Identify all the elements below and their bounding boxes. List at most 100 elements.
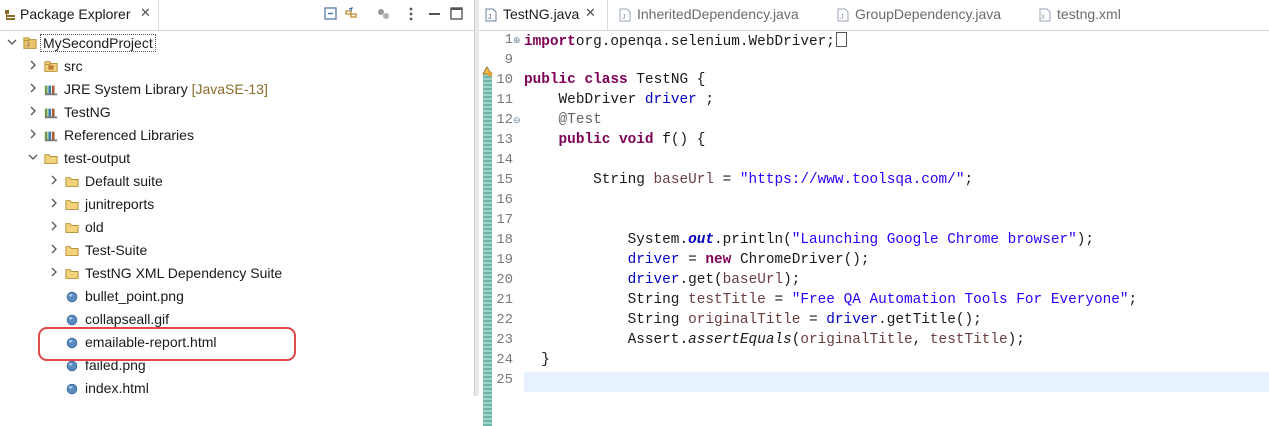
library-icon bbox=[44, 85, 58, 96]
tree-item[interactable]: src bbox=[0, 56, 470, 79]
svg-text:J: J bbox=[488, 14, 492, 21]
tree-item[interactable]: Test-Suite bbox=[0, 240, 470, 263]
tree-item[interactable]: J MySecondProject bbox=[0, 33, 470, 56]
svg-text:X: X bbox=[1041, 15, 1045, 21]
folder-icon bbox=[65, 269, 79, 279]
code-line: } bbox=[524, 352, 550, 368]
close-icon[interactable]: ✕ bbox=[140, 5, 151, 21]
collapse-all-icon[interactable] bbox=[323, 6, 339, 22]
chevron-down-icon[interactable] bbox=[6, 36, 18, 50]
library-icon bbox=[44, 131, 58, 142]
chevron-right-icon[interactable] bbox=[48, 220, 60, 234]
tree-item[interactable]: junitreports bbox=[0, 194, 470, 217]
chevron-right-icon[interactable] bbox=[27, 82, 39, 96]
code-line: public class TestNG { bbox=[524, 72, 706, 88]
tab-label: GroupDependency.java bbox=[855, 6, 1002, 22]
folder-icon bbox=[65, 246, 79, 256]
tree-item-label: old bbox=[85, 219, 104, 235]
file-icon bbox=[66, 314, 78, 326]
line-number: 19 bbox=[496, 252, 513, 268]
tree-item[interactable]: Default suite bbox=[0, 171, 470, 194]
chevron-right-icon[interactable] bbox=[27, 105, 39, 119]
chevron-right-icon[interactable] bbox=[27, 59, 39, 73]
line-number: 21 bbox=[496, 292, 513, 308]
fold-expand-icon[interactable]: ⊕ bbox=[513, 35, 521, 46]
tree-item[interactable]: Referenced Libraries bbox=[0, 125, 470, 148]
highlight-annotation bbox=[38, 327, 296, 361]
line-number: 11 bbox=[496, 92, 513, 108]
chevron-right-icon[interactable] bbox=[48, 197, 60, 211]
tab-groupdependency-java[interactable]: J GroupDependency.java bbox=[831, 0, 1021, 30]
minimize-icon[interactable] bbox=[427, 6, 443, 22]
close-icon[interactable]: ✕ bbox=[585, 5, 596, 21]
svg-text:J: J bbox=[840, 14, 844, 21]
chevron-right-icon[interactable] bbox=[48, 174, 60, 188]
code-line: String baseUrl = "https://www.toolsqa.co… bbox=[524, 172, 974, 188]
line-number: 25 bbox=[496, 372, 513, 388]
tree-item[interactable]: test-output bbox=[0, 148, 470, 171]
tree-item-decoration: [JavaSE-13] bbox=[187, 81, 268, 97]
tree-item-label: test-output bbox=[64, 150, 131, 166]
code-line: String testTitle = "Free QA Automation T… bbox=[524, 292, 1138, 308]
folder-icon bbox=[65, 177, 79, 187]
tab-testng-java[interactable]: J TestNG.java ✕ bbox=[479, 0, 608, 30]
chevron-right-icon[interactable] bbox=[48, 243, 60, 257]
code-line: WebDriver driver ; bbox=[524, 92, 715, 108]
chevron-right-icon[interactable] bbox=[48, 266, 60, 280]
quick-diff-bar bbox=[483, 72, 492, 426]
tab-label: InheritedDependency.java bbox=[637, 6, 799, 22]
package-explorer-tab[interactable]: Package Explorer ✕ bbox=[0, 0, 159, 30]
folded-imports-marker[interactable] bbox=[835, 32, 847, 47]
link-with-editor-icon[interactable] bbox=[343, 6, 359, 22]
code-line: importorg.openqa.selenium.WebDriver; bbox=[524, 32, 1269, 52]
line-number: 9 bbox=[504, 52, 513, 68]
code-line: String originalTitle = driver.getTitle()… bbox=[524, 312, 982, 328]
line-number: 14 bbox=[496, 152, 513, 168]
line-number: 24 bbox=[496, 352, 513, 368]
editor-tab-bar: J TestNG.java ✕ J InheritedDependency.ja… bbox=[479, 0, 1269, 31]
tree-item-label: collapseall.gif bbox=[85, 311, 170, 327]
file-icon bbox=[66, 291, 78, 303]
maximize-icon[interactable] bbox=[449, 6, 465, 22]
tree-item[interactable]: TestNG bbox=[0, 102, 470, 125]
package-explorer-header: Package Explorer ✕ bbox=[0, 0, 474, 31]
tab-inheriteddependency-java[interactable]: J InheritedDependency.java bbox=[613, 0, 823, 30]
fold-collapse-icon[interactable]: ⊖ bbox=[513, 115, 521, 126]
tree-item-label: src bbox=[64, 58, 83, 74]
folder-icon bbox=[65, 200, 79, 210]
project-icon: J bbox=[23, 37, 37, 49]
tree-item[interactable]: bullet_point.png bbox=[0, 286, 470, 309]
line-number: 23 bbox=[496, 332, 513, 348]
view-menu-icon[interactable] bbox=[403, 6, 419, 22]
tree-item-label: index.html bbox=[85, 380, 149, 396]
tree-item[interactable]: old bbox=[0, 217, 470, 240]
svg-text:J: J bbox=[622, 14, 626, 21]
line-number: 22 bbox=[496, 312, 513, 328]
line-number: 10 bbox=[496, 72, 513, 88]
line-number: 13 bbox=[496, 132, 513, 148]
editor-area: J TestNG.java ✕ J InheritedDependency.ja… bbox=[479, 0, 1269, 426]
code-line: driver = new ChromeDriver(); bbox=[627, 252, 870, 268]
focus-icon[interactable] bbox=[375, 6, 391, 22]
library-icon bbox=[44, 108, 58, 119]
code-line: @Test bbox=[524, 112, 602, 128]
tree-item-label: Referenced Libraries bbox=[64, 127, 194, 143]
package-explorer-icon bbox=[5, 10, 15, 20]
code-editor[interactable]: importorg.openqa.selenium.WebDriver; publ… bbox=[524, 30, 1269, 396]
java-file-icon: J bbox=[837, 8, 849, 22]
chevron-right-icon[interactable] bbox=[27, 128, 39, 142]
line-number: 20 bbox=[496, 272, 513, 288]
warning-icon[interactable] bbox=[481, 65, 493, 80]
tab-testng-xml[interactable]: X testng.xml bbox=[1033, 0, 1143, 30]
tree-item-label: JRE System Library [JavaSE-13] bbox=[64, 81, 268, 97]
folder-icon bbox=[44, 154, 58, 164]
xml-file-icon: X bbox=[1039, 8, 1051, 22]
chevron-down-icon[interactable] bbox=[27, 151, 39, 165]
tree-item[interactable]: JRE System Library [JavaSE-13] bbox=[0, 79, 470, 102]
code-line bbox=[524, 372, 1269, 392]
tree-item[interactable]: index.html bbox=[0, 378, 470, 401]
tree-item[interactable]: TestNG XML Dependency Suite bbox=[0, 263, 470, 286]
